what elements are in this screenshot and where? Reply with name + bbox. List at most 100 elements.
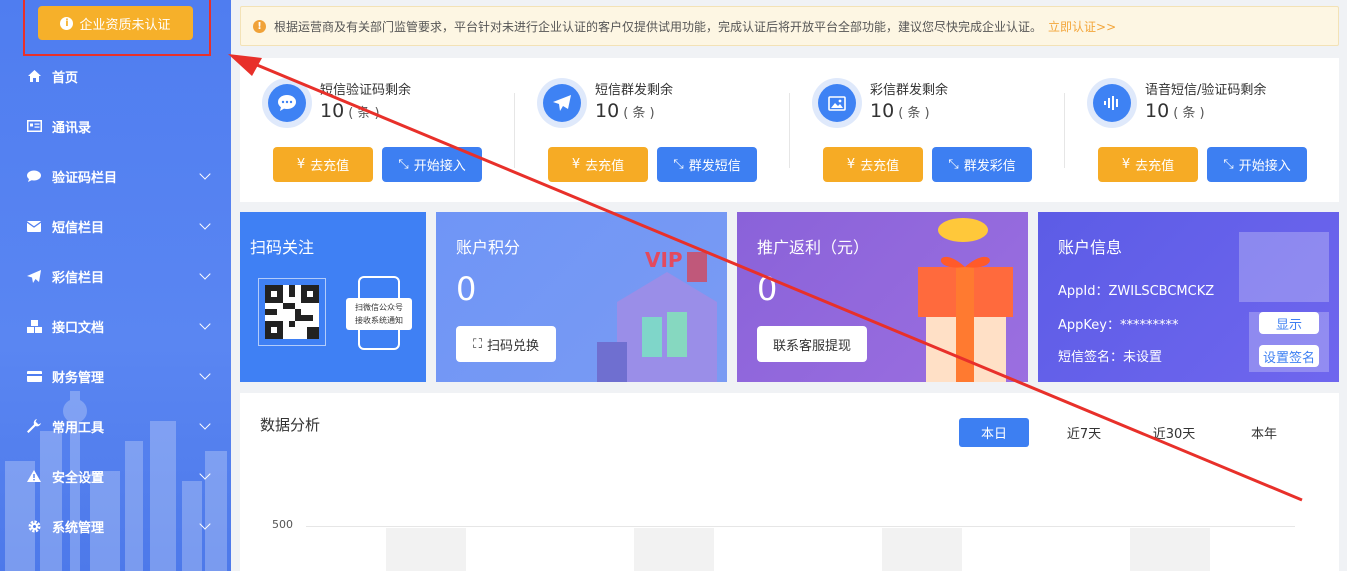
card-title: 推广返利（元）: [757, 238, 870, 257]
stat-title: 语音短信/验证码剩余: [1145, 83, 1267, 98]
sidebar-item-contacts[interactable]: 通讯录: [0, 101, 231, 151]
vip-text: VIP: [645, 248, 683, 272]
card-title: 账户积分: [456, 238, 521, 257]
bulk-mms-label: 群发彩信: [963, 159, 1016, 174]
appkey-value: *********: [1119, 318, 1179, 333]
chevron-down-icon: [199, 218, 211, 230]
chart-band: [1130, 528, 1210, 571]
gift-illustration: [918, 218, 1013, 382]
tab-30days[interactable]: 近30天: [1139, 418, 1209, 447]
chart-band: [386, 528, 466, 571]
stat-sms-bulk: 短信群发剩余 10( 条 ) ¥ 去充值 ⤡ 群发短信: [515, 58, 789, 202]
period-tabs: 本日 近7天 近30天 本年: [939, 418, 1299, 447]
stat-count-value: 10: [1145, 100, 1170, 122]
sign-row: 短信签名：未设置: [1058, 346, 1162, 365]
set-signature-button[interactable]: 设置签名: [1259, 345, 1319, 367]
home-icon: [26, 69, 42, 83]
recharge-label: 去充值: [860, 159, 900, 174]
stat-count-value: 10: [320, 100, 345, 122]
sidebar-item-label: 常用工具: [52, 420, 105, 436]
phone-tip-line: 接收系统通知: [355, 316, 403, 325]
sidebar-item-label: 验证码栏目: [52, 170, 118, 186]
chevron-down-icon: [199, 168, 211, 180]
data-analysis-title: 数据分析: [260, 416, 321, 434]
data-analysis-panel: 数据分析 本日 近7天 近30天 本年 500: [240, 393, 1339, 571]
phone-tip-line: 扫微信公众号: [355, 303, 403, 312]
sidebar-item-verification[interactable]: 验证码栏目: [0, 151, 231, 201]
annotation-highlight-box: [23, 0, 211, 56]
expand-arrow-icon: ⤡: [398, 157, 409, 172]
stat-voice: 语音短信/验证码剩余 10( 条 ) ¥ 去充值 ⤡ 开始接入: [1065, 58, 1339, 202]
sidebar-item-security[interactable]: 安全设置: [0, 451, 231, 501]
scan-follow-card: 扫码关注 扫微信公众号 接收系统通知: [240, 212, 426, 382]
points-card: VIP 账户积分 0 ⛶ 扫码兑换: [436, 212, 727, 382]
chat-bubble-icon: [262, 78, 312, 128]
sidebar-item-tools[interactable]: 常用工具: [0, 401, 231, 451]
card-title: 账户信息: [1058, 238, 1123, 257]
bulk-mms-button[interactable]: ⤡ 群发彩信: [932, 147, 1032, 182]
yen-icon: ¥: [1121, 157, 1131, 172]
recharge-button[interactable]: ¥ 去充值: [548, 147, 648, 182]
chevron-down-icon: [199, 318, 211, 330]
show-appkey-button[interactable]: 显示: [1259, 312, 1319, 334]
appkey-row: AppKey：*********: [1058, 314, 1178, 333]
chevron-down-icon: [199, 468, 211, 480]
stat-unit: ( 条 ): [623, 106, 655, 121]
notice-text: 根据运营商及有关部门监管要求，平台针对未进行企业认证的客户仅提供试用功能，完成认…: [274, 19, 1043, 34]
warning-icon: [26, 469, 42, 483]
sidebar-item-label: 彩信栏目: [52, 270, 105, 286]
card-icon: [26, 369, 42, 383]
scan-redeem-button[interactable]: ⛶ 扫码兑换: [456, 326, 556, 362]
sidebar-item-label: 系统管理: [52, 520, 105, 536]
card-title: 扫码关注: [250, 238, 315, 257]
expand-arrow-icon: ⤡: [948, 157, 959, 172]
scan-redeem-label: 扫码兑换: [487, 338, 540, 354]
stat-count-value: 10: [595, 100, 620, 122]
chart-band: [634, 528, 714, 571]
recharge-label: 去充值: [1135, 159, 1175, 174]
sidebar-item-api-docs[interactable]: 接口文档: [0, 301, 231, 351]
sidebar-nav: 首页 通讯录 验证码栏目 短信栏目 彩信栏目 接口文档 财务管理 常用工具 安全…: [0, 51, 231, 551]
stat-title: 彩信群发剩余: [870, 83, 949, 98]
sidebar-item-label: 财务管理: [52, 370, 105, 386]
paper-plane-icon: [537, 78, 587, 128]
sidebar-item-label: 接口文档: [52, 320, 105, 336]
tab-year[interactable]: 本年: [1229, 418, 1299, 447]
tab-7days[interactable]: 近7天: [1049, 418, 1119, 447]
sidebar-item-sms[interactable]: 短信栏目: [0, 201, 231, 251]
sidebar-item-system[interactable]: 系统管理: [0, 501, 231, 551]
contact-withdraw-button[interactable]: 联系客服提现: [757, 326, 867, 362]
bulk-sms-button[interactable]: ⤡ 群发短信: [657, 147, 757, 182]
stat-title: 短信验证码剩余: [320, 83, 412, 98]
start-integration-button[interactable]: ⤡ 开始接入: [382, 147, 482, 182]
start-integration-button[interactable]: ⤡ 开始接入: [1207, 147, 1307, 182]
stat-unit: ( 条 ): [898, 106, 930, 121]
sign-label: 短信签名：: [1058, 350, 1124, 365]
scan-icon: ⛶: [472, 336, 483, 352]
grid-line: [306, 526, 1295, 527]
tab-today[interactable]: 本日: [959, 418, 1029, 447]
stat-unit: ( 条 ): [1173, 106, 1205, 121]
stat-count-value: 10: [870, 100, 895, 122]
start-integration-label: 开始接入: [1238, 159, 1291, 174]
recharge-button[interactable]: ¥ 去充值: [1098, 147, 1198, 182]
sidebar-item-mms[interactable]: 彩信栏目: [0, 251, 231, 301]
appid-row: AppId：ZWILSCBCMCKZ: [1058, 280, 1214, 299]
recharge-button[interactable]: ¥ 去充值: [273, 147, 373, 182]
contacts-icon: [26, 119, 42, 133]
gear-icon: [26, 519, 42, 533]
stat-title: 短信群发剩余: [595, 83, 674, 98]
sidebar-item-label: 安全设置: [52, 470, 105, 486]
qr-code-icon[interactable]: [265, 285, 319, 339]
sidebar-item-label: 短信栏目: [52, 220, 105, 236]
yen-icon: ¥: [846, 157, 856, 172]
certify-now-link[interactable]: 立即认证>>: [1048, 18, 1116, 35]
qr-frame: [258, 278, 326, 346]
stat-count: 10( 条 ): [320, 100, 380, 122]
sidebar-item-finance[interactable]: 财务管理: [0, 351, 231, 401]
recharge-button[interactable]: ¥ 去充值: [823, 147, 923, 182]
stat-mms-bulk: 彩信群发剩余 10( 条 ) ¥ 去充值 ⤡ 群发彩信: [790, 58, 1064, 202]
sidebar-item-home[interactable]: 首页: [0, 51, 231, 101]
appid-value: ZWILSCBCMCKZ: [1108, 284, 1215, 299]
cubes-icon: [26, 319, 42, 333]
